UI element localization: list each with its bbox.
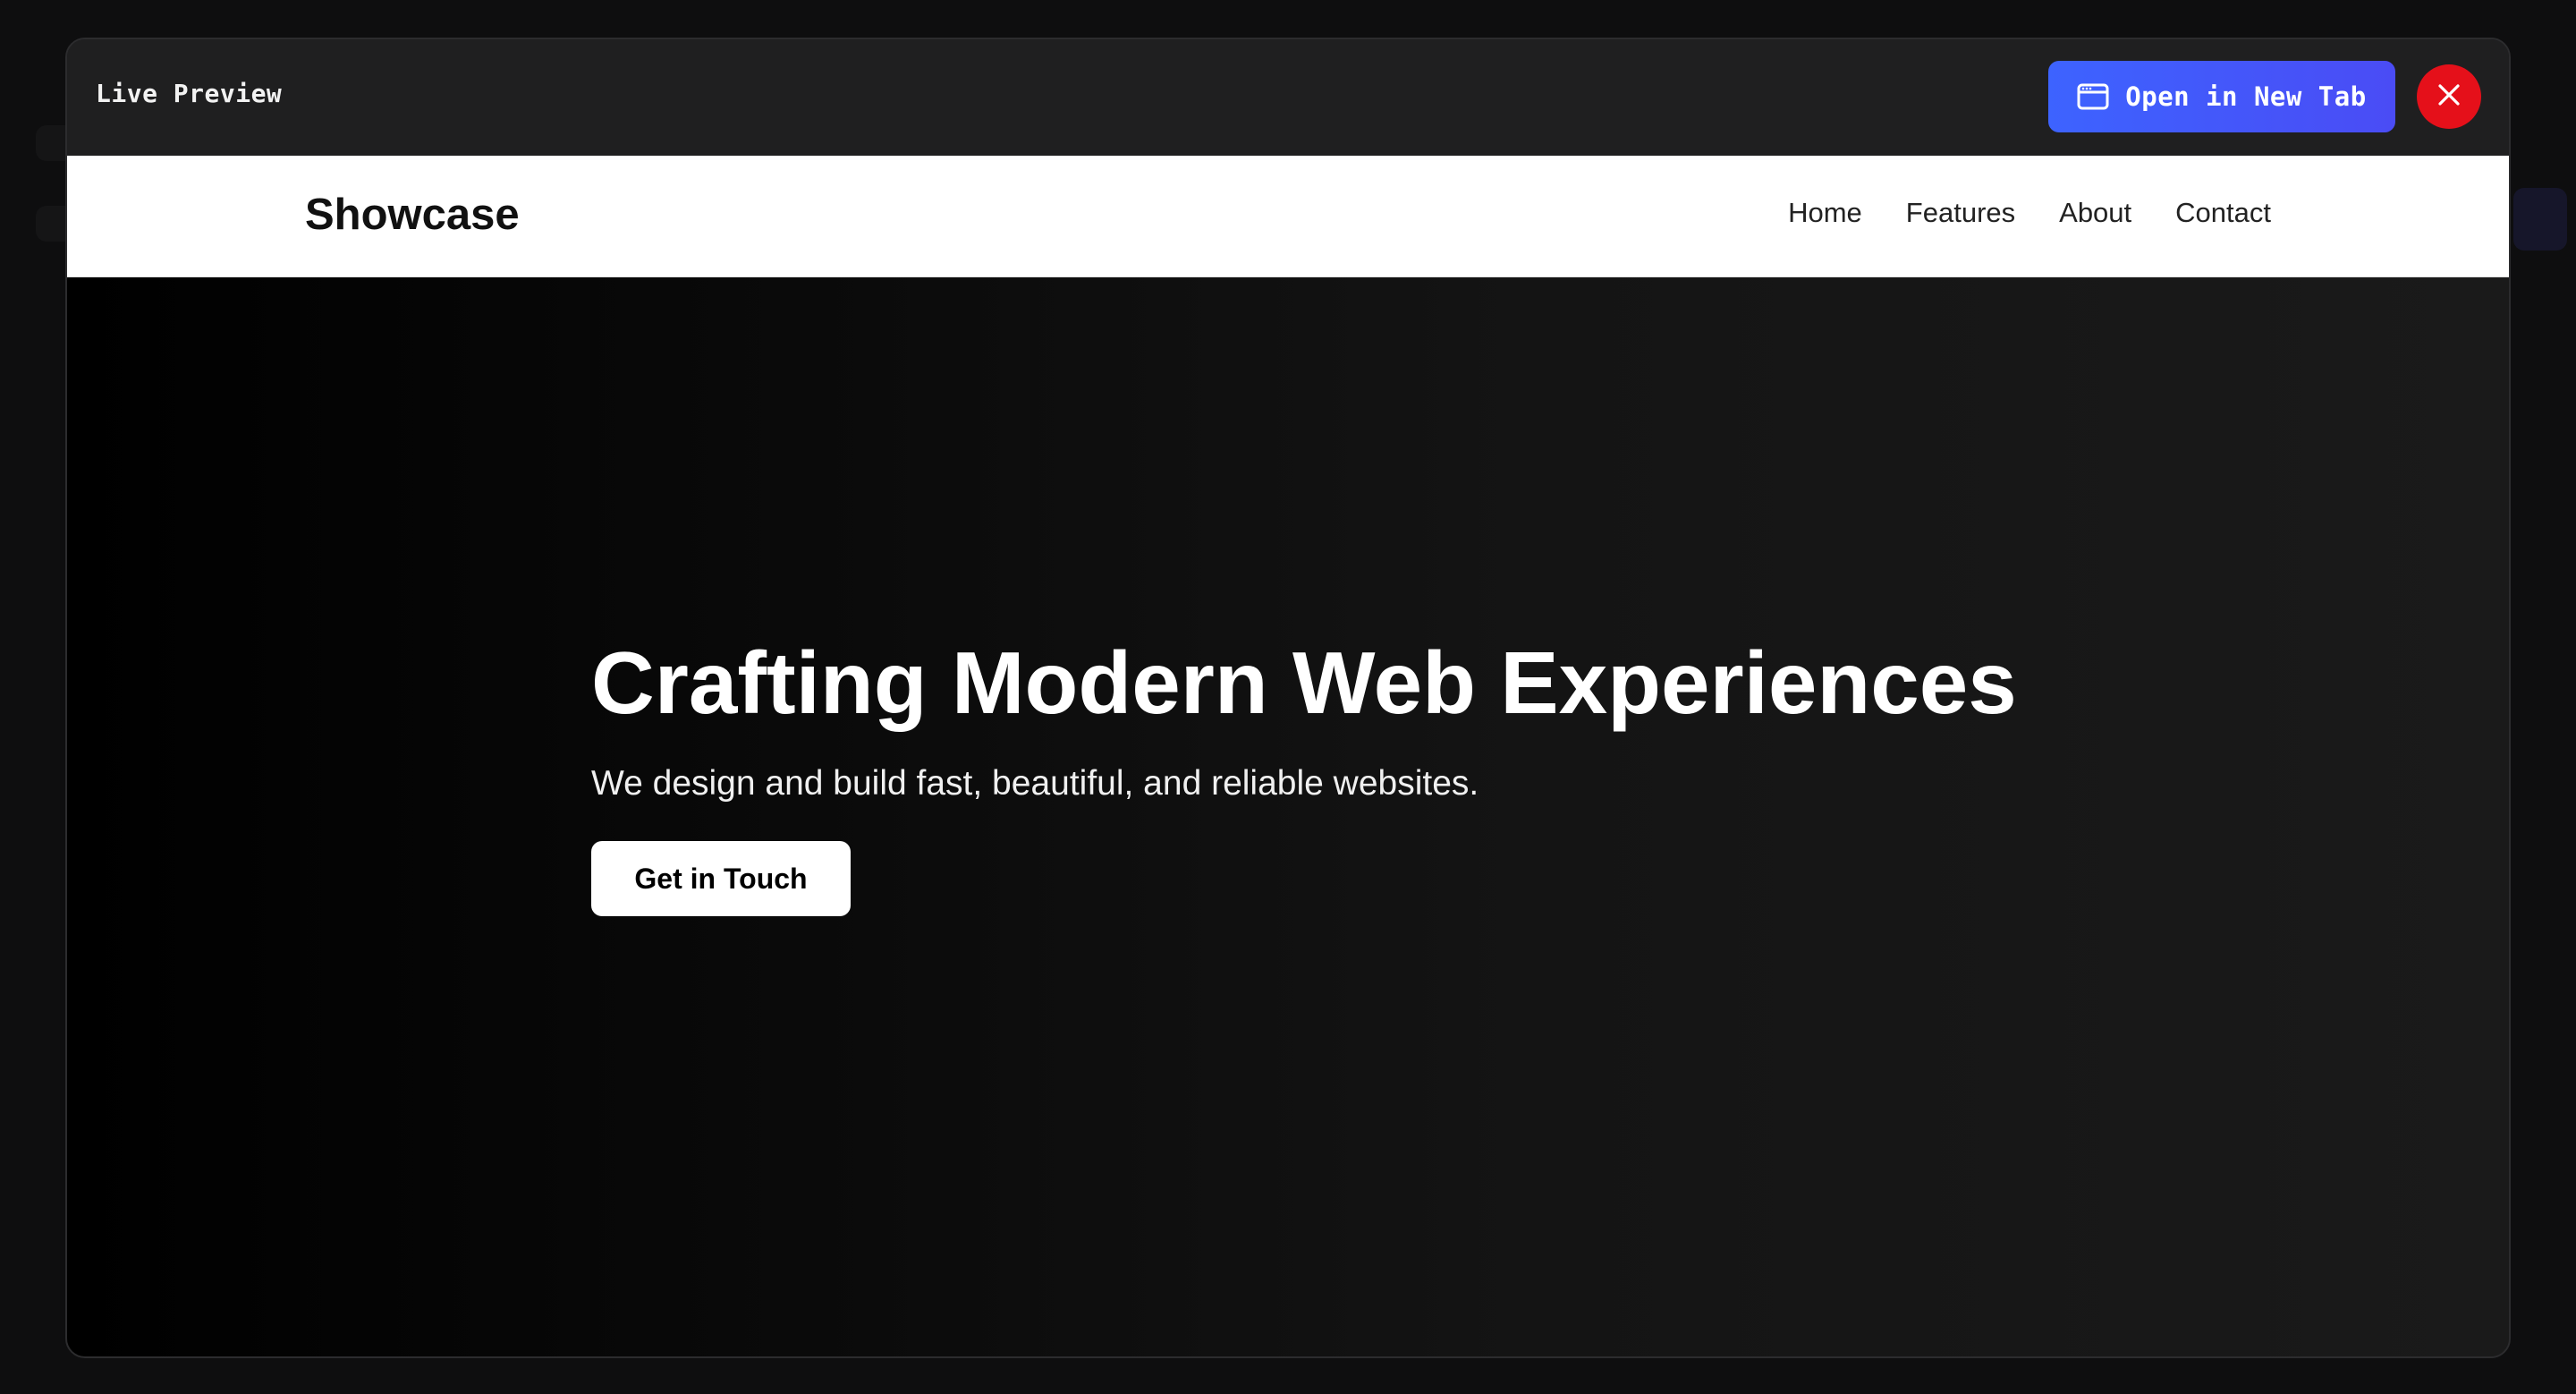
background-panel — [2513, 188, 2567, 251]
modal-header: Live Preview Open in New Tab — [67, 39, 2509, 156]
nav-link-about[interactable]: About — [2059, 197, 2131, 229]
site-logo[interactable]: Showcase — [305, 190, 520, 240]
nav-link-contact[interactable]: Contact — [2175, 197, 2271, 229]
live-preview-modal: Live Preview Open in New Tab Showcase Ho… — [65, 38, 2511, 1358]
open-in-new-tab-label: Open in New Tab — [2125, 81, 2367, 112]
open-in-new-tab-button[interactable]: Open in New Tab — [2048, 61, 2395, 132]
nav-link-home[interactable]: Home — [1788, 197, 1862, 229]
nav-links: Home Features About Contact — [1788, 197, 2271, 229]
close-icon — [2437, 83, 2461, 111]
nav-link-features[interactable]: Features — [1906, 197, 2015, 229]
modal-title: Live Preview — [96, 79, 283, 108]
close-button[interactable] — [2417, 64, 2481, 129]
get-in-touch-button[interactable]: Get in Touch — [591, 841, 851, 916]
hero-title: Crafting Modern Web Experiences — [591, 633, 2017, 732]
preview-frame: Showcase Home Features About Contact Cra… — [67, 156, 2509, 1356]
browser-window-icon — [2077, 82, 2109, 111]
hero-subtitle: We design and build fast, beautiful, and… — [591, 764, 1479, 803]
hero-section: Crafting Modern Web Experiences We desig… — [591, 639, 2017, 916]
site-navbar: Showcase Home Features About Contact — [67, 156, 2509, 277]
